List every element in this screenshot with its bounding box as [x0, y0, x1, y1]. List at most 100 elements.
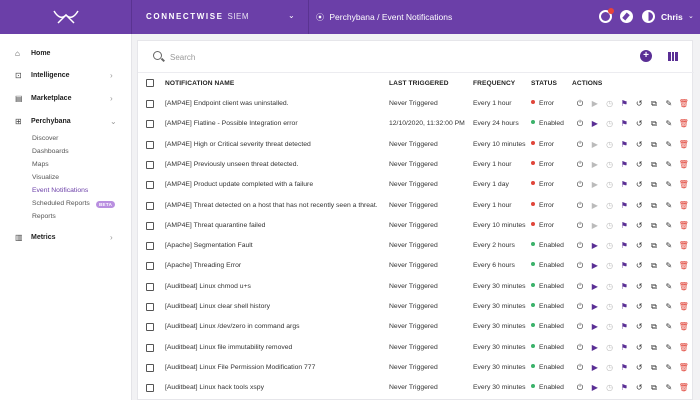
- sidebar-item-intelligence[interactable]: ⊡ Intelligence ›: [0, 70, 132, 84]
- theme-toggle-icon[interactable]: [642, 10, 655, 23]
- power-icon[interactable]: ⏻: [575, 383, 585, 393]
- history-icon[interactable]: ◷: [605, 363, 615, 373]
- play-icon[interactable]: ▶: [590, 201, 600, 211]
- row-checkbox[interactable]: [146, 100, 154, 108]
- play-icon[interactable]: ▶: [590, 322, 600, 332]
- app-logo[interactable]: [0, 0, 132, 34]
- play-icon[interactable]: ▶: [590, 160, 600, 170]
- copy-icon[interactable]: ⧉: [649, 221, 659, 231]
- power-icon[interactable]: ⏻: [575, 363, 585, 373]
- table-row[interactable]: [Apache] Segmentation Fault Never Trigger…: [138, 236, 694, 256]
- copy-icon[interactable]: ⧉: [649, 282, 659, 292]
- copy-icon[interactable]: ⧉: [649, 119, 659, 129]
- copy-icon[interactable]: ⧉: [649, 140, 659, 150]
- compass-icon[interactable]: [620, 10, 633, 23]
- run-icon[interactable]: ⚑: [619, 343, 629, 353]
- row-checkbox[interactable]: [146, 221, 154, 230]
- row-checkbox[interactable]: [146, 384, 154, 393]
- notification-name[interactable]: [AMP4E] Threat quarantine failed: [165, 222, 265, 229]
- sidebar-item-metrics[interactable]: ▥ Metrics ›: [0, 232, 132, 246]
- row-checkbox[interactable]: [146, 140, 154, 149]
- delete-icon[interactable]: 🗑: [679, 261, 689, 271]
- edit-icon[interactable]: ✎: [664, 201, 674, 211]
- power-icon[interactable]: ⏻: [575, 343, 585, 353]
- edit-icon[interactable]: ✎: [664, 282, 674, 292]
- reset-icon[interactable]: ↺: [634, 221, 644, 231]
- delete-icon[interactable]: 🗑: [679, 282, 689, 292]
- table-row[interactable]: [AMP4E] Endpoint client was uninstalled.…: [138, 94, 694, 114]
- table-row[interactable]: [Apache] Threading Error Never Triggered E…: [138, 256, 694, 276]
- play-icon[interactable]: ▶: [590, 302, 600, 312]
- row-checkbox[interactable]: [146, 242, 154, 251]
- delete-icon[interactable]: 🗑: [679, 221, 689, 231]
- sidebar-subitem-discover[interactable]: Discover: [32, 135, 58, 142]
- play-icon[interactable]: ▶: [590, 282, 600, 292]
- table-row[interactable]: [AMP4E] High or Critical severity threat…: [138, 135, 694, 155]
- columns-icon[interactable]: [668, 52, 679, 61]
- power-icon[interactable]: ⏻: [575, 160, 585, 170]
- edit-icon[interactable]: ✎: [664, 221, 674, 231]
- delete-icon[interactable]: 🗑: [679, 383, 689, 393]
- power-icon[interactable]: ⏻: [575, 99, 585, 109]
- run-icon[interactable]: ⚑: [619, 322, 629, 332]
- history-icon[interactable]: ◷: [605, 343, 615, 353]
- edit-icon[interactable]: ✎: [664, 302, 674, 312]
- play-icon[interactable]: ▶: [590, 99, 600, 109]
- edit-icon[interactable]: ✎: [664, 241, 674, 251]
- play-icon[interactable]: ▶: [590, 261, 600, 271]
- add-notification-button[interactable]: +: [640, 50, 652, 62]
- user-menu[interactable]: Chris: [661, 12, 683, 22]
- table-row[interactable]: [AMP4E] Product update completed with a …: [138, 175, 694, 195]
- row-checkbox[interactable]: [146, 282, 154, 291]
- notification-name[interactable]: [Auditbeat] Linux hack tools xspy: [165, 384, 264, 391]
- notification-name[interactable]: [Auditbeat] Linux File Permission Modifi…: [165, 364, 315, 371]
- sidebar-subitem-scheduled-reports[interactable]: Scheduled Reports: [32, 200, 90, 207]
- search-input[interactable]: [170, 49, 590, 65]
- history-icon[interactable]: ◷: [605, 322, 615, 332]
- notification-name[interactable]: [Auditbeat] Linux clear shell history: [165, 303, 270, 310]
- reset-icon[interactable]: ↺: [634, 261, 644, 271]
- reset-icon[interactable]: ↺: [634, 363, 644, 373]
- copy-icon[interactable]: ⧉: [649, 261, 659, 271]
- power-icon[interactable]: ⏻: [575, 119, 585, 129]
- copy-icon[interactable]: ⧉: [649, 99, 659, 109]
- power-icon[interactable]: ⏻: [575, 261, 585, 271]
- copy-icon[interactable]: ⧉: [649, 180, 659, 190]
- column-header-last-triggered[interactable]: LAST TRIGGERED: [389, 80, 449, 87]
- history-icon[interactable]: ◷: [605, 140, 615, 150]
- history-icon[interactable]: ◷: [605, 160, 615, 170]
- edit-icon[interactable]: ✎: [664, 99, 674, 109]
- power-icon[interactable]: ⏻: [575, 180, 585, 190]
- delete-icon[interactable]: 🗑: [679, 201, 689, 211]
- play-icon[interactable]: ▶: [590, 221, 600, 231]
- edit-icon[interactable]: ✎: [664, 160, 674, 170]
- copy-icon[interactable]: ⧉: [649, 322, 659, 332]
- copy-icon[interactable]: ⧉: [649, 241, 659, 251]
- power-icon[interactable]: ⏻: [575, 221, 585, 231]
- history-icon[interactable]: ◷: [605, 180, 615, 190]
- reset-icon[interactable]: ↺: [634, 180, 644, 190]
- reset-icon[interactable]: ↺: [634, 140, 644, 150]
- edit-icon[interactable]: ✎: [664, 343, 674, 353]
- run-icon[interactable]: ⚑: [619, 363, 629, 373]
- run-icon[interactable]: ⚑: [619, 302, 629, 312]
- notification-name[interactable]: [Auditbeat] Linux chmod u+s: [165, 283, 251, 290]
- sidebar-subitem-dashboards[interactable]: Dashboards: [32, 148, 69, 155]
- history-icon[interactable]: ◷: [605, 261, 615, 271]
- sidebar-subitem-event-notifications[interactable]: Event Notifications: [32, 187, 88, 194]
- table-row[interactable]: [AMP4E] Threat quarantine failed Never Tr…: [138, 216, 694, 236]
- edit-icon[interactable]: ✎: [664, 383, 674, 393]
- edit-icon[interactable]: ✎: [664, 119, 674, 129]
- run-icon[interactable]: ⚑: [619, 383, 629, 393]
- play-icon[interactable]: ▶: [590, 241, 600, 251]
- table-row[interactable]: [Auditbeat] Linux hack tools xspy Never T…: [138, 378, 694, 398]
- history-icon[interactable]: ◷: [605, 119, 615, 129]
- table-row[interactable]: [AMP4E] Previously unseen threat detecte…: [138, 155, 694, 175]
- copy-icon[interactable]: ⧉: [649, 383, 659, 393]
- row-checkbox[interactable]: [146, 323, 154, 332]
- chevron-down-icon[interactable]: ⌄: [288, 11, 295, 20]
- sidebar-subitem-visualize[interactable]: Visualize: [32, 174, 59, 181]
- delete-icon[interactable]: 🗑: [679, 140, 689, 150]
- sidebar-item-home[interactable]: ⌂ Home: [0, 48, 132, 62]
- reset-icon[interactable]: ↺: [634, 119, 644, 129]
